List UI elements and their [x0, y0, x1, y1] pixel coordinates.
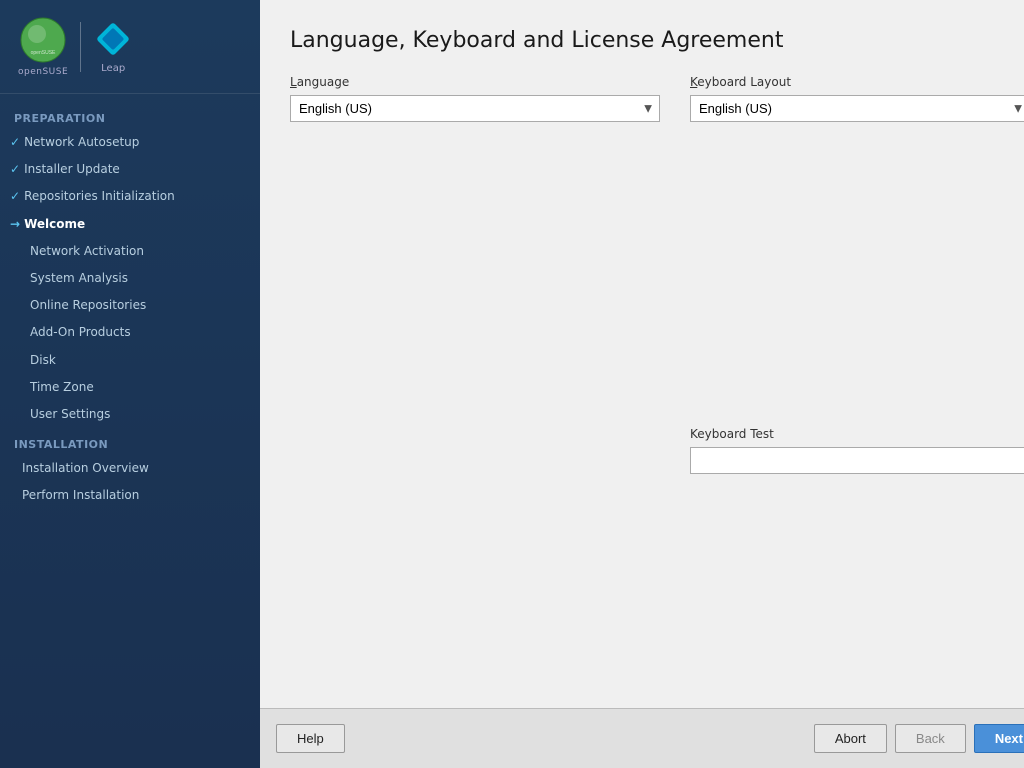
sidebar-item-disk[interactable]: Disk	[0, 347, 260, 374]
sidebar-item-add-on-products[interactable]: Add-On Products	[0, 319, 260, 346]
sidebar-item-welcome[interactable]: Welcome	[0, 211, 260, 238]
next-button[interactable]: Next	[974, 724, 1024, 753]
language-form-group: Language English (US) German French Span…	[290, 75, 660, 122]
svg-text:openSUSE: openSUSE	[31, 50, 56, 56]
leap-brand-text: Leap	[101, 63, 125, 74]
main-content: Language, Keyboard and License Agreement…	[260, 0, 1024, 708]
sidebar: openSUSE openSUSE Leap Preparation Netwo…	[0, 0, 260, 768]
leap-logo: Leap	[93, 19, 133, 74]
bottom-left: Help	[276, 724, 345, 753]
keyboard-layout-label: Keyboard Layout	[690, 75, 1024, 89]
keyboard-test-label: Keyboard Test	[690, 427, 1024, 441]
opensuse-logo: openSUSE openSUSE	[18, 16, 68, 77]
keyboard-right-section: Keyboard Layout English (US) German Fren…	[690, 75, 1024, 708]
sidebar-item-time-zone[interactable]: Time Zone	[0, 374, 260, 401]
sidebar-item-online-repositories[interactable]: Online Repositories	[0, 292, 260, 319]
sidebar-nav: Preparation Network Autosetup Installer …	[0, 94, 260, 768]
sidebar-item-network-autosetup[interactable]: Network Autosetup	[0, 129, 260, 156]
keyboard-layout-select-wrapper: English (US) German French Spanish	[690, 95, 1024, 122]
help-button[interactable]: Help	[276, 724, 345, 753]
installation-section-header: Installation	[0, 428, 260, 455]
sidebar-logo: openSUSE openSUSE Leap	[0, 0, 260, 94]
sidebar-item-installation-overview[interactable]: Installation Overview	[0, 455, 260, 482]
language-keyboard-row: Language English (US) German French Span…	[290, 75, 1024, 708]
leap-logo-icon	[93, 19, 133, 59]
sidebar-item-installer-update[interactable]: Installer Update	[0, 156, 260, 183]
bottom-right: Abort Back Next	[814, 724, 1024, 753]
sidebar-item-network-activation[interactable]: Network Activation	[0, 238, 260, 265]
sidebar-item-user-settings[interactable]: User Settings	[0, 401, 260, 428]
keyboard-layout-form-group: Keyboard Layout English (US) German Fren…	[690, 75, 1024, 415]
sidebar-item-repositories-init[interactable]: Repositories Initialization	[0, 183, 260, 210]
preparation-section-header: Preparation	[0, 102, 260, 129]
keyboard-test-form-group: Keyboard Test	[690, 427, 1024, 708]
main-content-area: Language, Keyboard and License Agreement…	[260, 0, 1024, 768]
back-button[interactable]: Back	[895, 724, 966, 753]
language-label: Language	[290, 75, 660, 89]
abort-button[interactable]: Abort	[814, 724, 887, 753]
sidebar-item-system-analysis[interactable]: System Analysis	[0, 265, 260, 292]
page-title: Language, Keyboard and License Agreement	[290, 28, 1024, 53]
sidebar-item-perform-installation[interactable]: Perform Installation	[0, 482, 260, 509]
logo-separator	[80, 22, 81, 72]
opensuse-brand-text: openSUSE	[18, 67, 68, 77]
bottom-bar: Help Abort Back Next	[260, 708, 1024, 768]
language-select[interactable]: English (US) German French Spanish Japan…	[290, 95, 660, 122]
keyboard-layout-select[interactable]: English (US) German French Spanish	[690, 95, 1024, 122]
keyboard-test-input[interactable]	[690, 447, 1024, 474]
opensuse-logo-icon: openSUSE	[19, 16, 67, 64]
language-select-wrapper: English (US) German French Spanish Japan…	[290, 95, 660, 122]
